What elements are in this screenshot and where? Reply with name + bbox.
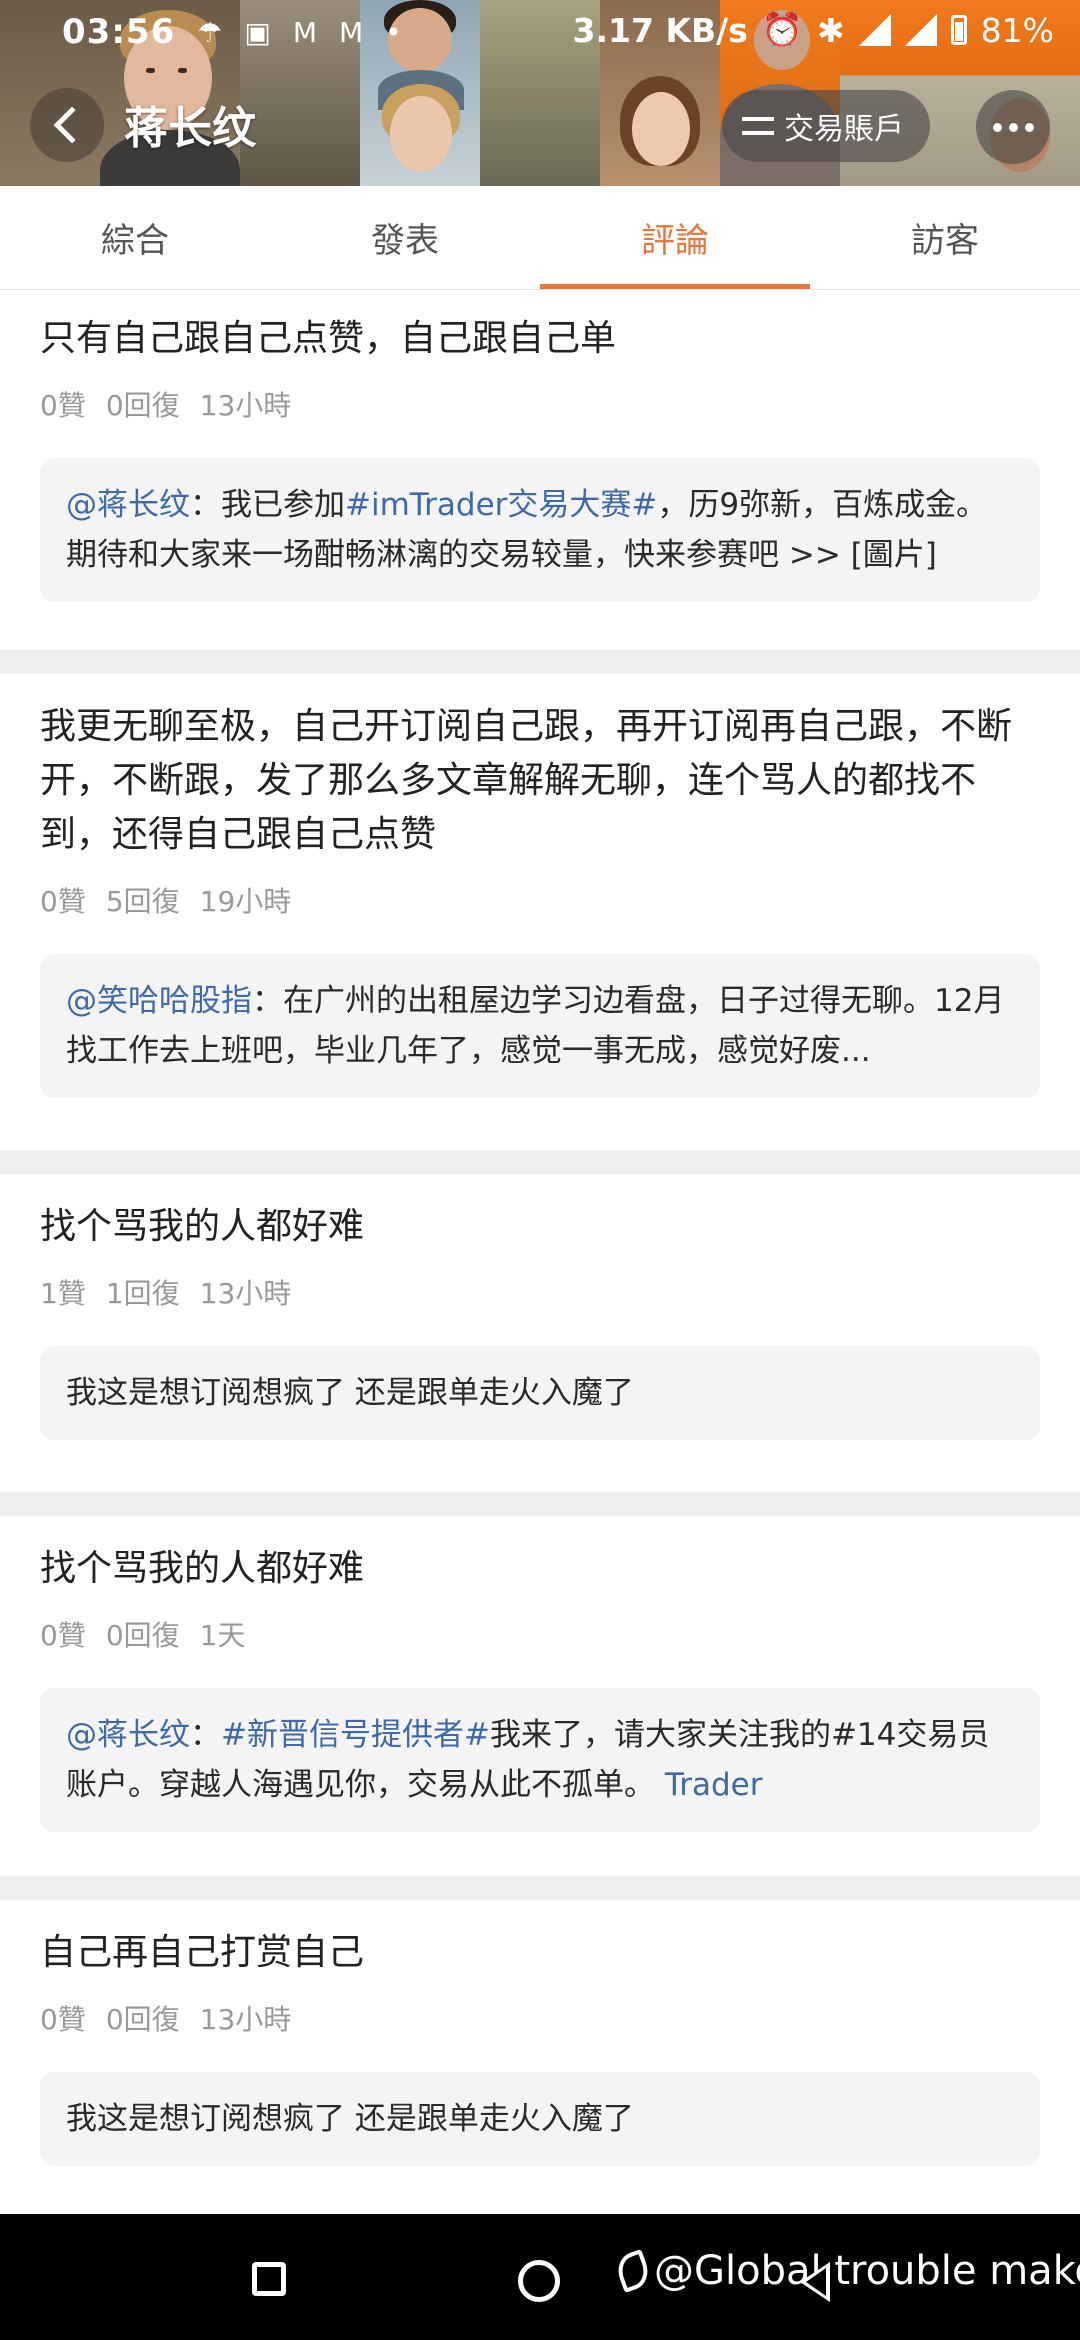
comment-card[interactable]: 找个骂我的人都好难 0贊 0回復 1天 @蒋长纹：#新晋信号提供者#我来了，请大… — [0, 1516, 1080, 1876]
comment-text: 自己再自己打赏自己 — [40, 1932, 365, 1973]
comment-card[interactable]: 找个骂我的人都好难 1贊 1回復 13小時 我这是想订阅想疯了 还是跟单走火入魔… — [0, 1174, 1080, 1492]
comment-time: 1天 — [199, 1619, 246, 1652]
gmail-icon: M — [292, 15, 317, 49]
image-icon: ▣ — [244, 15, 271, 49]
back-nav-button[interactable] — [800, 2262, 830, 2302]
status-time: 03:56 — [62, 12, 176, 52]
tab-comments[interactable]: 評論 — [540, 186, 810, 289]
quoted-post[interactable]: @蒋长纹：我已参加#imTrader交易大赛#，历9弥新，百炼成金。期待和大家来… — [40, 458, 1040, 602]
quoted-post[interactable]: 我这是想订阅想疯了 还是跟单走火入魔了 — [40, 2072, 1040, 2166]
comment-text: 只有自己跟自己点赞，自己跟自己单 — [40, 318, 617, 359]
trade-account-button[interactable]: 交易賬戶 — [722, 90, 930, 162]
like-count[interactable]: 0贊 — [40, 880, 86, 920]
comment-meta: 0贊 0回復 13小時 — [40, 384, 1040, 424]
like-count[interactable]: 0贊 — [40, 1614, 86, 1654]
bluetooth-icon: ✱ — [816, 10, 845, 50]
watermark: @Global trouble maker — [612, 2248, 1080, 2294]
profile-name: 蒋长纹 — [124, 103, 256, 154]
quote-text: ： — [190, 1717, 221, 1753]
battery-percent: 81% — [980, 10, 1054, 50]
comment-card[interactable]: 自己再自己打赏自己 0贊 0回復 13小時 我这是想订阅想疯了 还是跟单走火入魔… — [0, 1900, 1080, 2220]
tab-visitors[interactable]: 訪客 — [810, 186, 1080, 289]
home-button[interactable] — [518, 2260, 560, 2302]
trade-account-label: 交易賬戶 — [784, 112, 904, 147]
mention-link[interactable]: @蒋长纹 — [66, 1717, 190, 1753]
quoted-post[interactable]: @蒋长纹：#新晋信号提供者#我来了，请大家关注我的#14交易员账户。穿越人海遇见… — [40, 1688, 1040, 1832]
signal-icon — [904, 14, 937, 46]
more-icon — [992, 122, 1002, 132]
signal-icon — [858, 14, 891, 46]
reply-count[interactable]: 0回復 — [106, 384, 180, 424]
profile-header: 03:56 ☂ ▣ M M • 3.17 KB/s ⏰ ✱ 81% 蒋长纹 交易… — [0, 0, 1080, 186]
status-bar: 03:56 ☂ ▣ M M • 3.17 KB/s ⏰ ✱ 81% — [0, 0, 1080, 64]
comment-card[interactable]: 只有自己跟自己点赞，自己跟自己单 0贊 0回復 13小時 @蒋长纹：我已参加#i… — [0, 290, 1080, 650]
more-options-button[interactable] — [976, 90, 1050, 164]
comment-meta: 1贊 1回復 13小時 — [40, 1272, 1040, 1312]
dot-icon: • — [385, 15, 402, 49]
quote-text: 我这是想订阅想疯了 还是跟单走火入魔了 — [66, 2101, 634, 2137]
comment-time: 13小時 — [199, 389, 292, 422]
tab-posts[interactable]: 發表 — [270, 186, 540, 289]
mention-link[interactable]: @蒋长纹 — [66, 487, 190, 523]
hashtag-link[interactable]: #imTrader交易大赛# — [345, 487, 657, 523]
like-count[interactable]: 1贊 — [40, 1272, 86, 1312]
watermark-text: @Global trouble maker — [654, 2248, 1080, 2294]
comment-time: 19小時 — [199, 885, 292, 918]
chevron-left-icon — [53, 106, 91, 144]
comment-time: 13小時 — [199, 1277, 292, 1310]
reply-count[interactable]: 5回復 — [106, 880, 180, 920]
alarm-icon: ⏰ — [761, 10, 803, 49]
weather-icon: ☂ — [197, 15, 223, 49]
quoted-post[interactable]: @笑哈哈股指：在广州的出租屋边学习边看盘，日子过得无聊。12月找工作去上班吧，毕… — [40, 954, 1040, 1098]
recent-apps-button[interactable] — [252, 2262, 286, 2296]
mention-link[interactable]: @笑哈哈股指 — [66, 983, 252, 1019]
reply-count[interactable]: 0回復 — [106, 1998, 180, 2038]
comment-time: 13小時 — [199, 2003, 292, 2036]
like-count[interactable]: 0贊 — [40, 384, 86, 424]
comment-meta: 0贊 0回復 1天 — [40, 1614, 1040, 1654]
comment-meta: 0贊 0回復 13小時 — [40, 1998, 1040, 2038]
gmail-icon: M — [338, 15, 364, 49]
trader-link[interactable]: Trader — [665, 1767, 763, 1803]
reply-count[interactable]: 0回復 — [106, 1614, 180, 1654]
back-button[interactable] — [30, 88, 104, 162]
comment-text: 找个骂我的人都好难 — [40, 1548, 365, 1589]
quote-text: 我这是想订阅想疯了 还是跟单走火入魔了 — [66, 1375, 634, 1411]
system-nav-bar: @Global trouble maker — [0, 2214, 1080, 2340]
weibo-logo-icon — [612, 2248, 654, 2294]
comment-feed: 只有自己跟自己点赞，自己跟自己单 0贊 0回復 13小時 @蒋长纹：我已参加#i… — [0, 290, 1080, 2244]
profile-tabs: 綜合 發表 評論 訪客 — [0, 186, 1080, 290]
battery-icon — [950, 15, 967, 45]
tab-overview[interactable]: 綜合 — [0, 186, 270, 289]
swap-icon — [742, 115, 774, 137]
quoted-post[interactable]: 我这是想订阅想疯了 还是跟单走火入魔了 — [40, 1346, 1040, 1440]
like-count[interactable]: 0贊 — [40, 1998, 86, 2038]
comment-meta: 0贊 5回復 19小時 — [40, 880, 1040, 920]
net-speed: 3.17 KB/s — [572, 10, 748, 50]
hashtag-link[interactable]: #新晋信号提供者# — [221, 1717, 490, 1753]
comment-card[interactable]: 我更无聊至极，自己开订阅自己跟，再开订阅再自己跟，不断开，不断跟，发了那么多文章… — [0, 674, 1080, 1150]
comment-text: 找个骂我的人都好难 — [40, 1206, 365, 1247]
comment-text: 我更无聊至极，自己开订阅自己跟，再开订阅再自己跟，不断开，不断跟，发了那么多文章… — [40, 706, 1013, 855]
quote-text: ：我已参加 — [190, 487, 345, 523]
reply-count[interactable]: 1回復 — [106, 1272, 180, 1312]
